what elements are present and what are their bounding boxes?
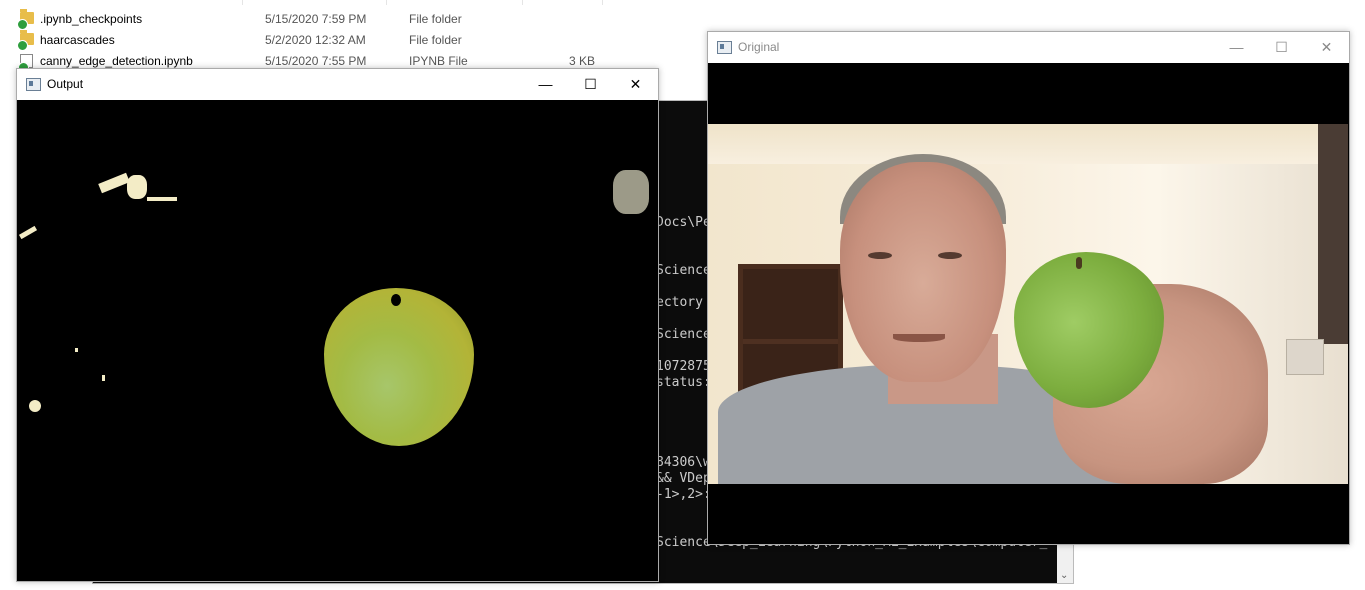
file-name: canny_edge_detection.ipynb bbox=[40, 54, 193, 68]
wall-switch bbox=[1286, 339, 1324, 375]
file-type: File folder bbox=[409, 12, 462, 26]
mask-speck bbox=[75, 348, 78, 352]
mouth bbox=[893, 334, 945, 342]
shelf-board bbox=[743, 339, 838, 344]
window-title: Output bbox=[47, 77, 84, 91]
apple-stem bbox=[1076, 257, 1082, 269]
maximize-button[interactable]: ☐ bbox=[1259, 32, 1304, 62]
console-line: Docs\Pe bbox=[656, 215, 711, 230]
output-titlebar[interactable]: Output — ☐ ✕ bbox=[17, 69, 658, 99]
webcam-frame bbox=[708, 124, 1348, 484]
file-name: .ipynb_checkpoints bbox=[40, 12, 143, 26]
mask-speck bbox=[102, 375, 105, 381]
file-type: File folder bbox=[409, 33, 462, 47]
column-separator bbox=[522, 0, 523, 5]
column-separator bbox=[386, 0, 387, 5]
column-separator bbox=[242, 0, 243, 5]
console-line: status: bbox=[656, 375, 711, 390]
file-date: 5/2/2020 12:32 AM bbox=[265, 33, 366, 47]
window-app-icon bbox=[26, 78, 41, 91]
file-date: 5/15/2020 7:59 PM bbox=[265, 12, 367, 26]
mask-speck bbox=[613, 170, 649, 214]
console-line: 1072875 bbox=[656, 359, 711, 374]
original-window[interactable]: Original — ☐ ✕ bbox=[707, 31, 1350, 545]
file-icon bbox=[18, 54, 33, 73]
file-size: 3 KB bbox=[568, 54, 595, 68]
mask-speck bbox=[127, 175, 147, 199]
output-mask-image bbox=[17, 100, 658, 581]
eye bbox=[938, 252, 962, 259]
mask-speck bbox=[29, 400, 41, 412]
minimize-button[interactable]: — bbox=[523, 69, 568, 99]
console-line: -1>,2>: bbox=[656, 487, 711, 502]
maximize-button[interactable]: ☐ bbox=[568, 69, 613, 99]
file-date: 5/15/2020 7:55 PM bbox=[265, 54, 367, 68]
column-separator bbox=[602, 0, 603, 5]
close-button[interactable]: ✕ bbox=[1304, 32, 1349, 62]
apple-stem bbox=[391, 294, 401, 306]
eye bbox=[868, 252, 892, 259]
console-line: ectory bbox=[656, 295, 703, 310]
scroll-down-arrow-icon[interactable]: ⌄ bbox=[1060, 570, 1068, 581]
console-line: && VDep bbox=[656, 471, 711, 486]
door-frame bbox=[1318, 124, 1348, 344]
ceiling bbox=[708, 124, 1348, 164]
sync-status-icon bbox=[17, 40, 28, 51]
file-type: IPYNB File bbox=[409, 54, 468, 68]
output-window[interactable]: Output — ☐ ✕ bbox=[16, 68, 659, 582]
mask-speck bbox=[98, 172, 130, 194]
mask-speck bbox=[147, 197, 177, 201]
mask-speck bbox=[18, 225, 38, 240]
file-name: haarcascades bbox=[40, 33, 115, 47]
original-titlebar[interactable]: Original — ☐ ✕ bbox=[708, 32, 1349, 62]
window-app-icon bbox=[717, 41, 732, 54]
folder-icon bbox=[17, 9, 34, 30]
close-button[interactable]: ✕ bbox=[613, 69, 658, 99]
console-line: Science bbox=[656, 327, 711, 342]
sync-status-icon bbox=[17, 19, 28, 30]
window-title: Original bbox=[738, 40, 780, 54]
console-line: 84306\w bbox=[656, 455, 711, 470]
minimize-button[interactable]: — bbox=[1214, 32, 1259, 62]
folder-icon bbox=[17, 30, 34, 51]
face bbox=[840, 162, 1006, 382]
segmented-apple bbox=[324, 288, 474, 446]
original-camera-image bbox=[708, 63, 1349, 544]
console-line: Science bbox=[656, 263, 711, 278]
